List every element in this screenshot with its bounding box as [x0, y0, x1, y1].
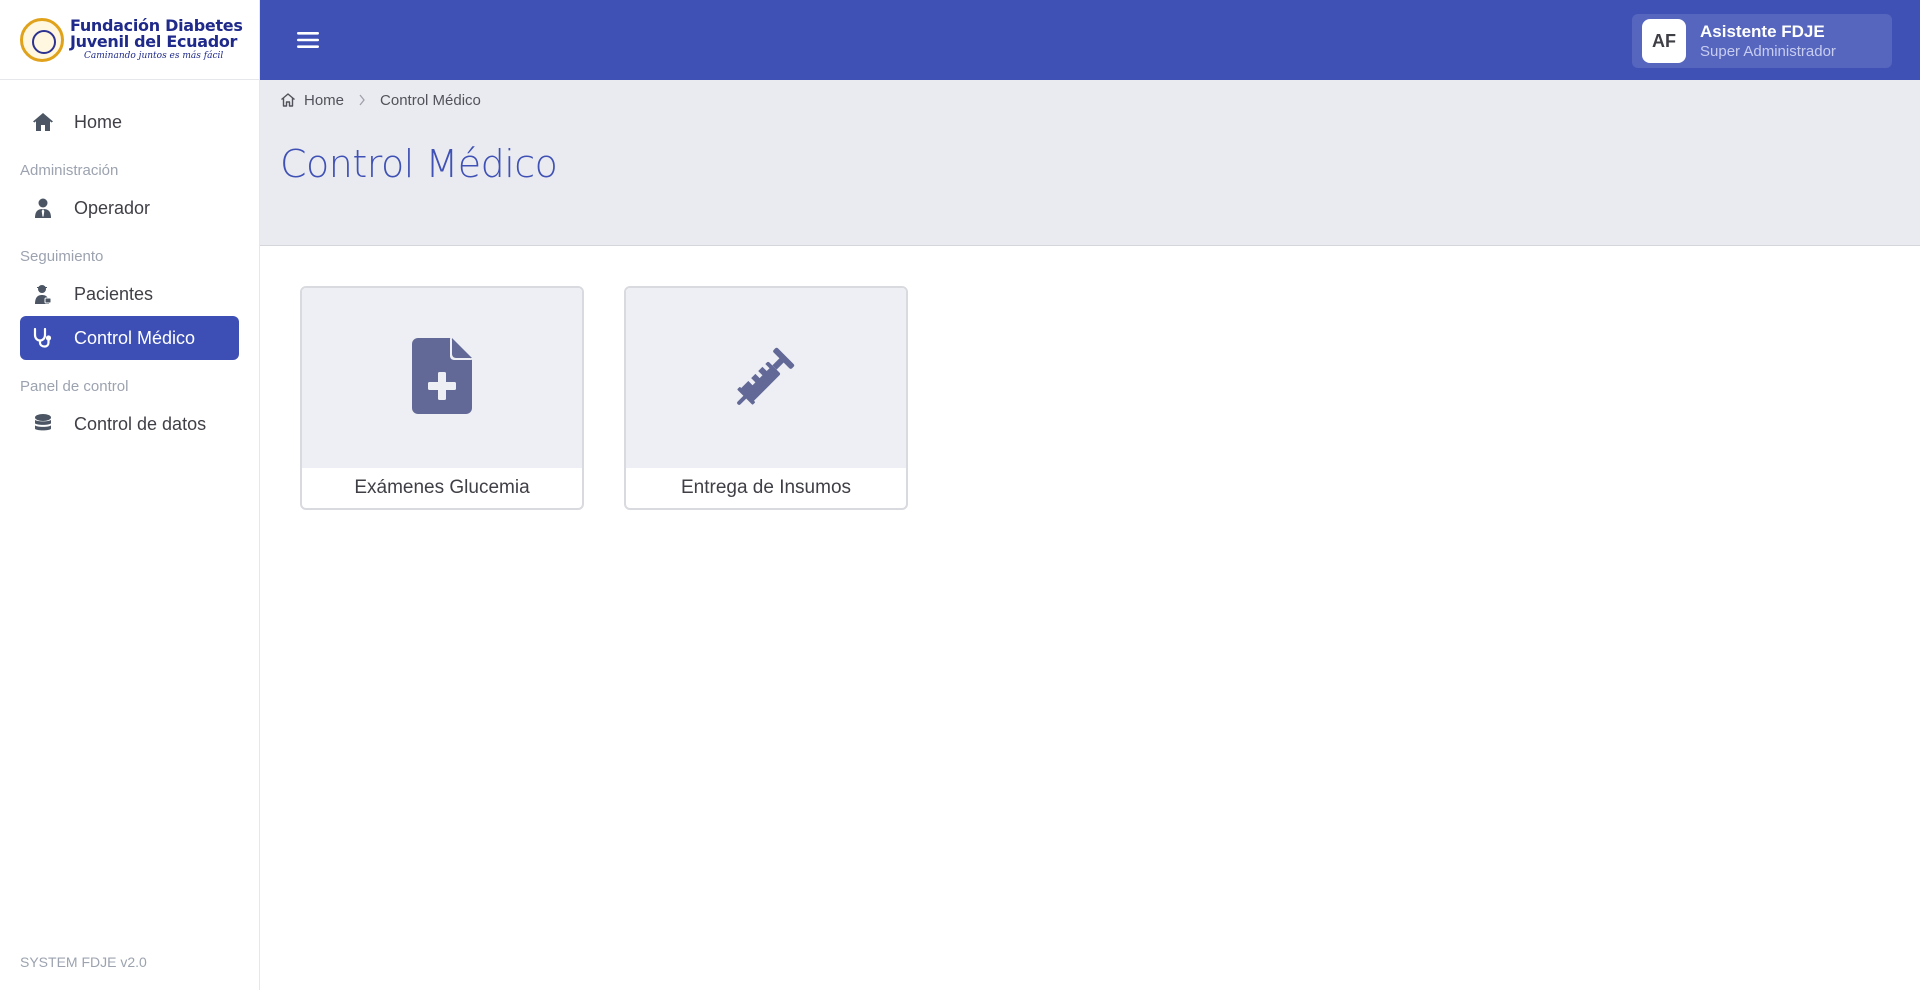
user-menu[interactable]: AF Asistente FDJE Super Administrador — [1632, 14, 1892, 68]
stethoscope-icon — [32, 327, 54, 349]
foundation-seal-icon — [20, 17, 64, 62]
sidebar-item-home[interactable]: Home — [20, 100, 239, 144]
user-name: Asistente FDJE — [1700, 22, 1825, 41]
section-title-panel: Panel de control — [20, 378, 129, 395]
breadcrumb-home-link[interactable]: Home — [304, 92, 344, 109]
sidebar-item-operador[interactable]: Operador — [20, 186, 239, 230]
section-title-seguimiento: Seguimiento — [20, 248, 104, 265]
syringe-icon — [726, 336, 806, 421]
brand-logo[interactable]: Fundación Diabetes Juvenil del Ecuador C… — [0, 0, 259, 80]
brand-text: Fundación Diabetes Juvenil del Ecuador C… — [70, 18, 243, 61]
sidebar-item-label: Operador — [74, 197, 151, 218]
breadcrumb-current: Control Médico — [380, 91, 481, 109]
user-tie-icon — [32, 197, 54, 219]
app-root: Fundación Diabetes Juvenil del Ecuador C… — [0, 0, 1920, 990]
home-outline-icon — [280, 92, 296, 108]
sidebar: Fundación Diabetes Juvenil del Ecuador C… — [0, 0, 260, 990]
card-entrega-insumos[interactable]: Entrega de Insumos — [624, 286, 908, 510]
user-role: Super Administrador — [1700, 43, 1836, 60]
chevron-right-icon — [358, 94, 366, 106]
sidebar-item-label: Control Médico — [74, 327, 196, 348]
sidebar-nav: Home Administración Operador Seguimiento… — [0, 80, 259, 446]
sidebar-item-pacientes[interactable]: Pacientes — [20, 272, 239, 316]
breadcrumb: Home Control Médico — [280, 90, 481, 110]
card-icon-area — [626, 288, 906, 468]
card-examenes-glucemia[interactable]: Exámenes Glucemia — [300, 286, 584, 510]
page-title: Control Médico — [280, 142, 558, 186]
file-medical-icon — [412, 337, 472, 419]
patient-icon — [32, 283, 54, 305]
system-version: SYSTEM FDJE v2.0 — [20, 954, 147, 970]
card-label: Exámenes Glucemia — [354, 477, 530, 498]
module-cards: Exámenes Glucemia Entrega de Insumos — [300, 286, 908, 510]
database-icon — [32, 413, 54, 435]
section-title-administracion: Administración — [20, 162, 119, 179]
brand-tagline: Caminando juntos es más fácil — [84, 51, 224, 61]
sidebar-item-label: Pacientes — [74, 283, 154, 304]
page-header: Home Control Médico Control Médico — [260, 80, 1920, 246]
brand-line-2: Juvenil del Ecuador — [70, 32, 238, 51]
sidebar-item-label: Control de datos — [74, 413, 207, 434]
sidebar-item-label: Home — [74, 111, 123, 132]
avatar: AF — [1642, 19, 1686, 63]
user-meta: Asistente FDJE Super Administrador — [1700, 22, 1836, 60]
topbar: AF Asistente FDJE Super Administrador — [260, 0, 1920, 80]
home-icon — [32, 111, 54, 133]
sidebar-item-control-datos[interactable]: Control de datos — [20, 402, 239, 446]
hamburger-menu-icon[interactable] — [296, 28, 320, 52]
card-icon-area — [302, 288, 582, 468]
card-label: Entrega de Insumos — [680, 477, 852, 498]
sidebar-item-control-medico[interactable]: Control Médico — [20, 316, 239, 360]
